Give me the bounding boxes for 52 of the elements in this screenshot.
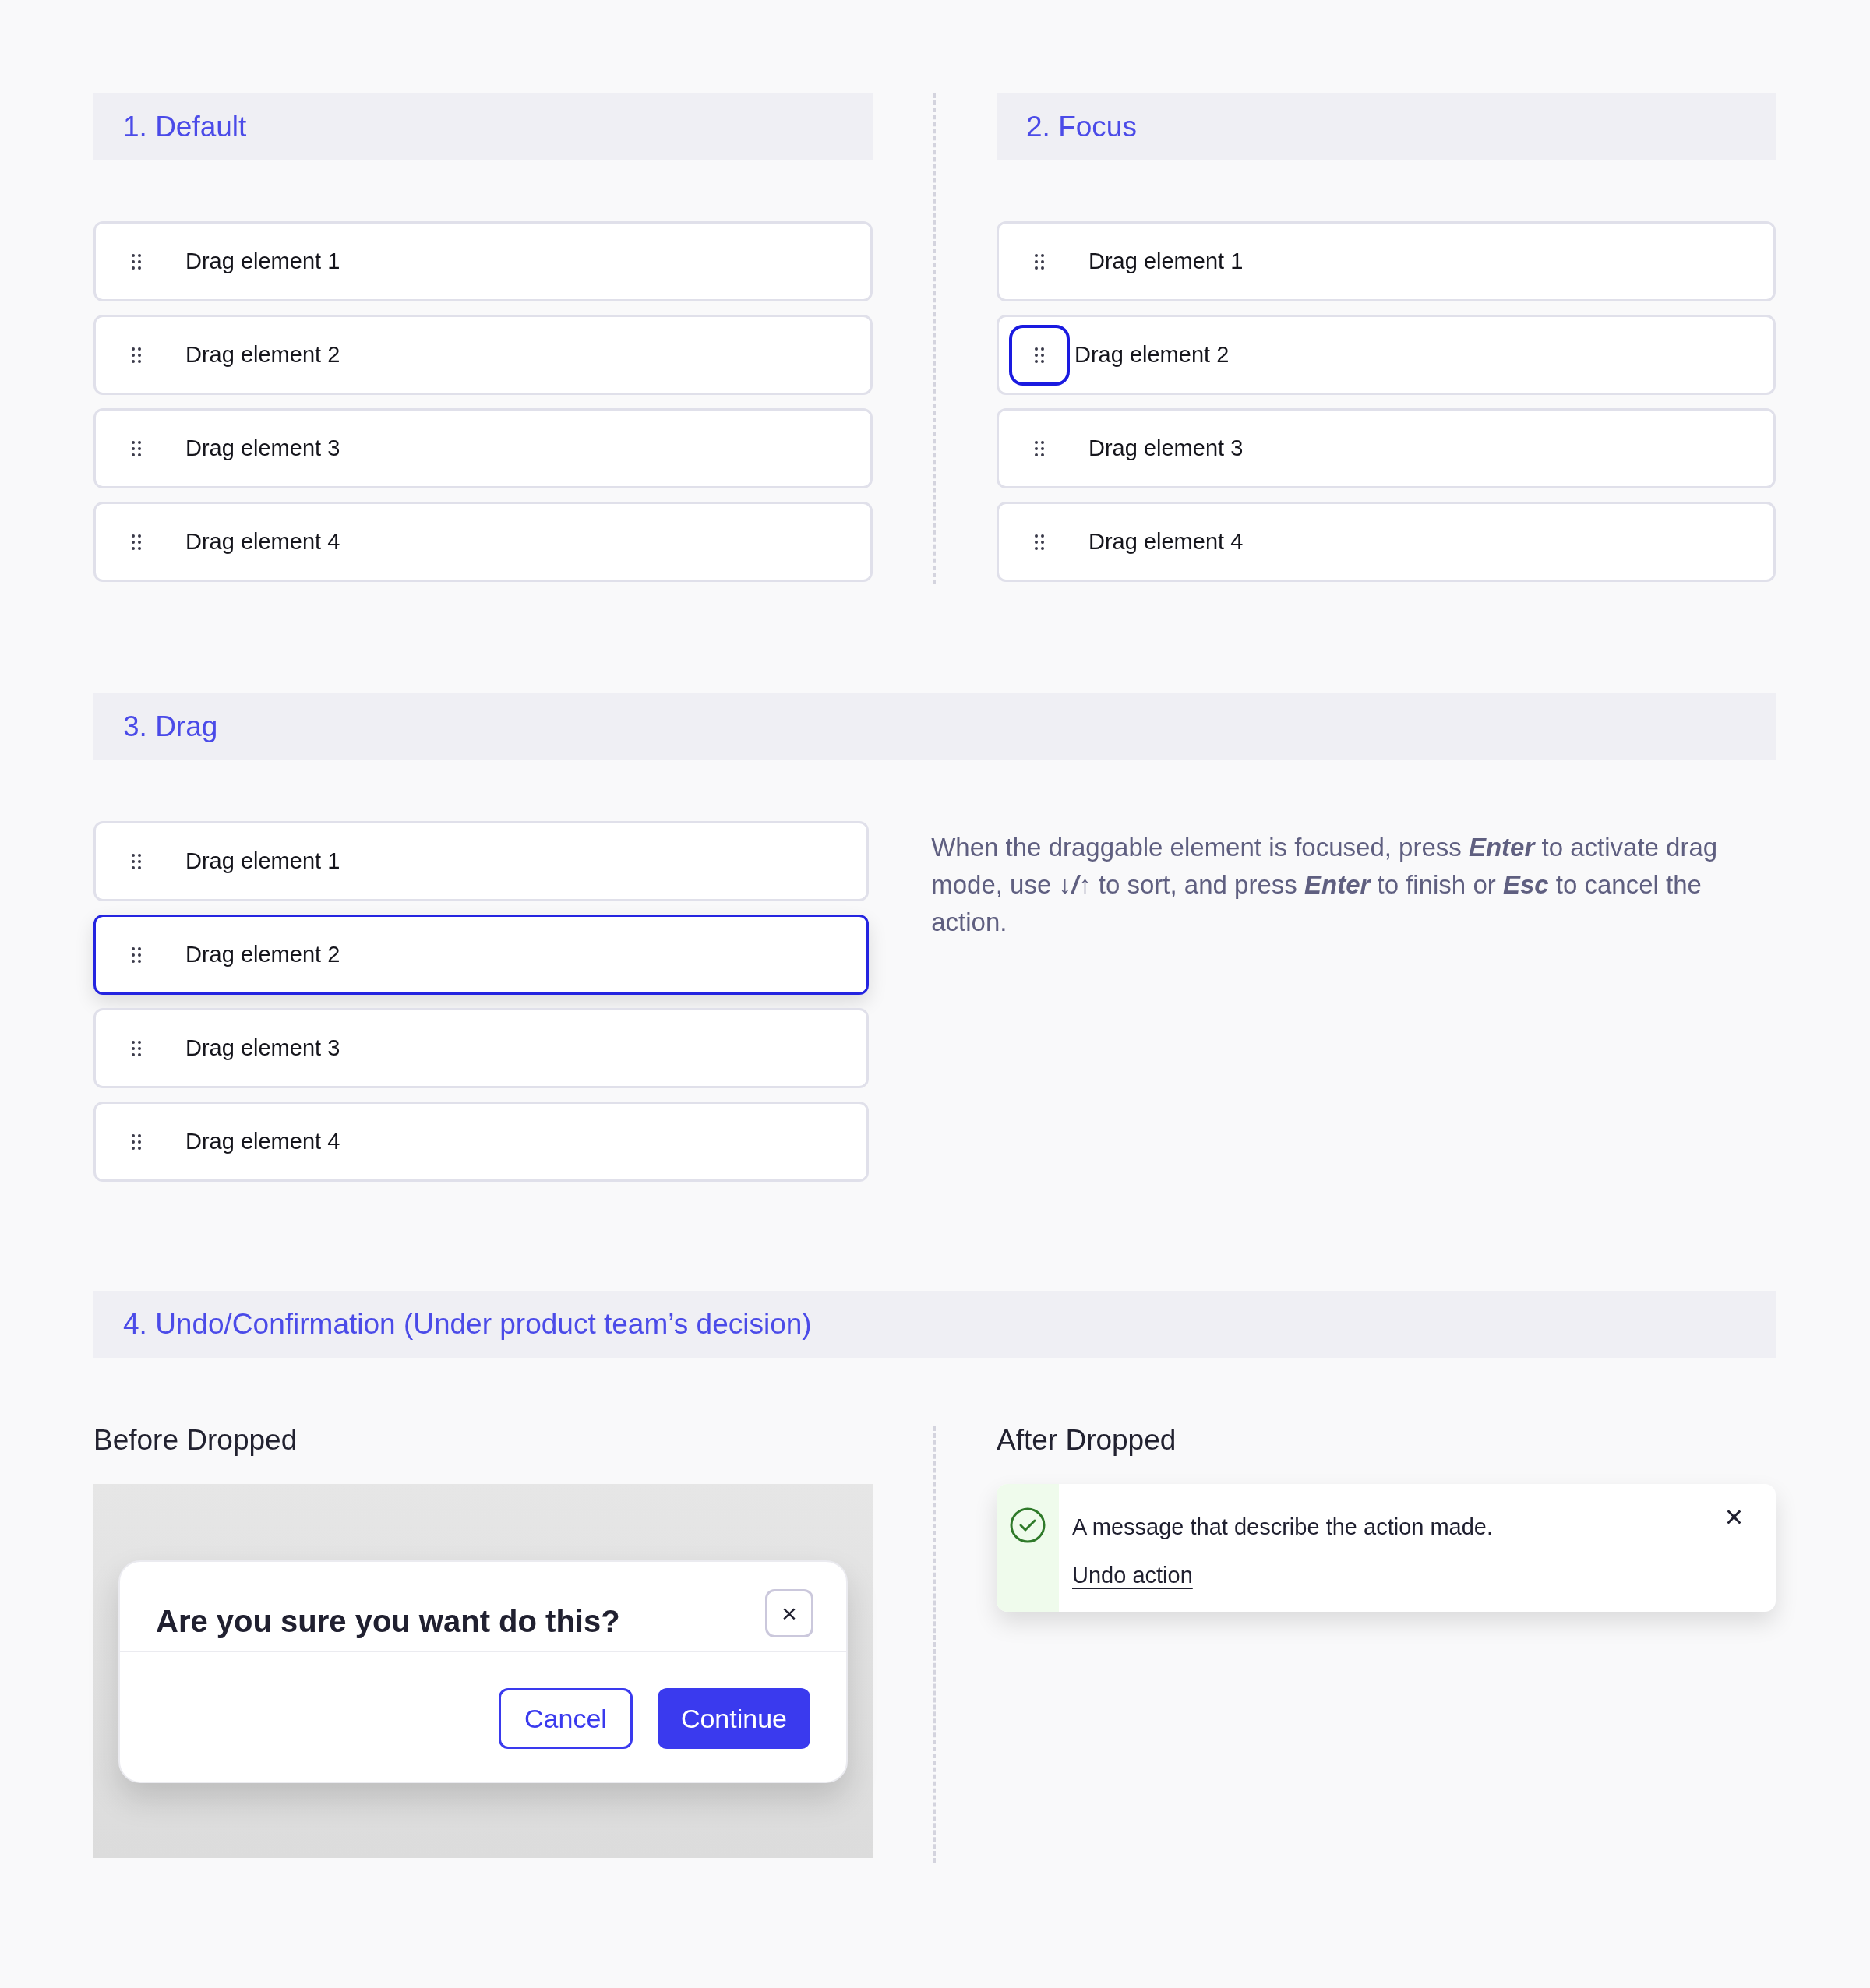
undo-link[interactable]: Undo action (1072, 1558, 1193, 1592)
drag-item[interactable]: Drag element 2 (94, 315, 873, 395)
grip-icon (1035, 253, 1044, 270)
section-title: 4. Undo/Confirmation (Under product team’s decision) (123, 1307, 812, 1342)
item-label: Drag element 2 (185, 340, 340, 368)
item-label: Drag element 1 (185, 847, 340, 875)
item-label: Drag element 4 (1088, 527, 1244, 555)
dialog-title: Are you sure you want do this? (156, 1603, 620, 1640)
cancel-button[interactable]: Cancel (499, 1688, 633, 1749)
drag-item[interactable]: Drag element 4 (94, 502, 873, 582)
drag-handle[interactable] (1009, 324, 1070, 386)
drag-item[interactable]: Drag element 3 (997, 408, 1776, 488)
section-title: 1. Default (123, 110, 247, 145)
grip-icon (1035, 347, 1044, 363)
grip-icon (132, 853, 141, 869)
grip-icon (132, 347, 141, 363)
item-label: Drag element 1 (185, 247, 340, 275)
item-label: Drag element 3 (185, 1034, 340, 1062)
close-button[interactable]: × (765, 1589, 813, 1637)
toast-message: A message that describe the action made. (1072, 1514, 1494, 1541)
drag-item[interactable]: Drag element 3 (94, 408, 873, 488)
item-label: Drag element 1 (1088, 247, 1244, 275)
drag-item[interactable]: Drag element 1 (997, 221, 1776, 301)
item-label: Drag element 3 (1088, 434, 1244, 462)
subheading: Before Dropped (94, 1423, 298, 1458)
drag-item[interactable]: Drag element 1 (94, 221, 873, 301)
close-button[interactable]: × (1724, 1501, 1743, 1532)
item-label: Drag element 2 (1074, 340, 1230, 368)
drag-item[interactable]: Drag element 4 (94, 1102, 870, 1182)
instructions-text: When the draggable element is focused, press Enter to activate drag mode, use ↓/↑ to sort, and press Enter to finish or Esc to cancel the action. (931, 832, 1719, 938)
grip-icon (132, 946, 141, 963)
item-label: Drag element 2 (185, 940, 340, 968)
item-label: Drag element 3 (185, 434, 340, 462)
section-title: 2. Focus (1026, 110, 1137, 145)
section-title: 3. Drag (123, 710, 218, 745)
grip-icon (132, 1133, 141, 1150)
grip-icon (1035, 534, 1044, 550)
item-label: Drag element 4 (185, 1127, 340, 1155)
drag-item[interactable]: Drag element 2 (94, 915, 870, 995)
grip-icon (132, 440, 141, 456)
drag-item[interactable]: Drag element 1 (94, 821, 870, 901)
grip-icon (132, 534, 141, 550)
drag-item[interactable]: Drag element 3 (94, 1008, 870, 1088)
drag-item[interactable]: Drag element 4 (997, 502, 1776, 582)
item-label: Drag element 4 (185, 527, 340, 555)
continue-button[interactable]: Continue (657, 1688, 810, 1749)
check-circle-icon (1010, 1507, 1046, 1543)
grip-icon (1035, 440, 1044, 456)
drag-item[interactable]: Drag element 2 (997, 315, 1776, 395)
subheading: After Dropped (997, 1423, 1177, 1458)
grip-icon (132, 253, 141, 270)
grip-icon (132, 1040, 141, 1056)
